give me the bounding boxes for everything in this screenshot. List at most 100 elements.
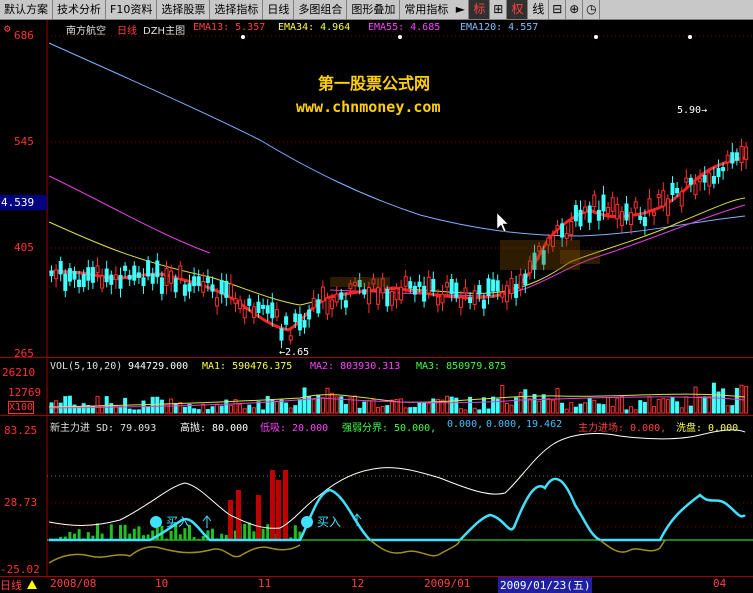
candle-body bbox=[206, 278, 209, 283]
history-icon[interactable]: ◷ bbox=[583, 0, 600, 19]
candle-body bbox=[390, 292, 393, 306]
candle-body bbox=[611, 198, 614, 212]
toolbar-period[interactable]: 日线 bbox=[263, 0, 294, 19]
volume-bar bbox=[607, 398, 610, 413]
minus-icon[interactable]: ⊟ bbox=[549, 0, 566, 19]
volume-bar bbox=[363, 402, 366, 413]
candle-body bbox=[170, 271, 173, 283]
volume-bar bbox=[726, 406, 729, 413]
volume-bar bbox=[561, 403, 564, 413]
candle-body bbox=[409, 282, 412, 288]
toolbar-rights[interactable]: 权 bbox=[507, 0, 528, 19]
candle-body bbox=[234, 299, 237, 304]
toolbar-default-scheme[interactable]: 默认方案 bbox=[0, 0, 53, 19]
volume-bar bbox=[156, 397, 159, 413]
volume-bar bbox=[197, 410, 200, 413]
toolbar-tech-analysis[interactable]: 技术分析 bbox=[53, 0, 106, 19]
candle-body bbox=[432, 279, 435, 291]
scroll-right-icon[interactable]: ► bbox=[452, 0, 469, 19]
indicator-val-3: 19.462 bbox=[526, 419, 562, 430]
volume-bar bbox=[459, 409, 462, 413]
candle-body bbox=[726, 155, 729, 162]
candle-body bbox=[133, 266, 136, 280]
volume-bar bbox=[570, 403, 573, 413]
volume-bar bbox=[68, 396, 71, 413]
main-force-red-bar bbox=[228, 500, 233, 540]
candle-body bbox=[262, 305, 265, 308]
candle-body bbox=[124, 266, 127, 270]
toolbar-overlay[interactable]: 图形叠加 bbox=[347, 0, 400, 19]
candle-body bbox=[653, 212, 656, 215]
ema34-label: EMA34: 4.964 bbox=[278, 22, 350, 33]
candle-body bbox=[745, 147, 748, 159]
volume-bar bbox=[96, 396, 99, 413]
toolbar-select-indicator[interactable]: 选择指标 bbox=[210, 0, 263, 19]
price-axis-label: 405 bbox=[14, 241, 34, 254]
candle-body bbox=[266, 306, 269, 313]
candle-body bbox=[193, 277, 196, 286]
volume-bar bbox=[593, 400, 596, 413]
volume-bar bbox=[699, 397, 702, 413]
candle-body bbox=[101, 276, 104, 288]
volume-bar bbox=[676, 402, 679, 413]
toolbar-f10[interactable]: F10资料 bbox=[106, 0, 157, 19]
volume-value: 944729.000 bbox=[128, 361, 188, 372]
volume-bar bbox=[326, 388, 329, 413]
volume-bar bbox=[423, 403, 426, 413]
candle-body bbox=[114, 275, 117, 280]
candle-body bbox=[694, 184, 697, 195]
toolbar: 默认方案 技术分析 F10资料 选择股票 选择指标 日线 多图组合 图形叠加 常… bbox=[0, 0, 753, 20]
candle-body bbox=[464, 288, 467, 293]
volume-bar bbox=[574, 407, 577, 413]
candle-body bbox=[473, 291, 476, 305]
plus-grid-icon[interactable]: ⊞ bbox=[490, 0, 507, 19]
indicator-green-bar bbox=[124, 525, 127, 540]
zoom-icon[interactable]: ⊕ bbox=[566, 0, 583, 19]
candle-body bbox=[510, 278, 513, 293]
toolbar-mark[interactable]: 标 bbox=[469, 0, 490, 19]
candle-body bbox=[570, 221, 573, 234]
volume-bar bbox=[413, 408, 416, 413]
indicator-strength: 强弱分界: 50.000, bbox=[342, 419, 436, 434]
volume-bar bbox=[597, 404, 600, 413]
candle-body bbox=[188, 284, 191, 291]
date-tick: 11 bbox=[258, 577, 271, 590]
candle-body bbox=[579, 210, 582, 226]
candle-body bbox=[731, 153, 734, 163]
watermark-url: www.chnmoney.com bbox=[296, 98, 441, 116]
volume-bar bbox=[105, 397, 108, 413]
candle-body bbox=[257, 302, 260, 312]
volume-bar bbox=[294, 406, 297, 413]
candle-body bbox=[740, 146, 743, 162]
candle-body bbox=[68, 269, 71, 281]
volume-bar bbox=[630, 407, 633, 413]
volume-bar bbox=[220, 406, 223, 413]
price-axis-label: 545 bbox=[14, 135, 34, 148]
volume-bar bbox=[694, 387, 697, 413]
candle-body bbox=[505, 286, 508, 302]
candle-body bbox=[478, 286, 481, 295]
candle-body bbox=[639, 216, 642, 219]
vol-ma3-label: MA3: 850979.875 bbox=[416, 361, 506, 372]
candle-body bbox=[386, 290, 389, 306]
volume-bar bbox=[128, 409, 131, 413]
candle-body bbox=[648, 199, 651, 210]
candle-body bbox=[634, 202, 637, 208]
candle-body bbox=[165, 269, 168, 286]
volume-bar bbox=[653, 407, 656, 413]
ind-axis-label: -25.02 bbox=[0, 563, 40, 576]
indicator-green-bar bbox=[202, 536, 205, 540]
candle-body bbox=[607, 207, 610, 213]
volume-bar bbox=[110, 404, 113, 413]
price-candles bbox=[50, 139, 748, 348]
toolbar-select-stock[interactable]: 选择股票 bbox=[157, 0, 210, 19]
main-force-red-bar bbox=[270, 470, 275, 540]
volume-bar bbox=[703, 397, 706, 413]
candle-body bbox=[367, 288, 370, 304]
toolbar-line[interactable]: 线 bbox=[528, 0, 549, 19]
volume-bar bbox=[446, 396, 449, 413]
toolbar-common-indicators[interactable]: 常用指标 bbox=[400, 0, 452, 19]
volume-bar bbox=[427, 403, 430, 413]
ema13-label: EMA13: 5.357 bbox=[193, 22, 265, 33]
toolbar-multi-chart[interactable]: 多图组合 bbox=[294, 0, 347, 19]
